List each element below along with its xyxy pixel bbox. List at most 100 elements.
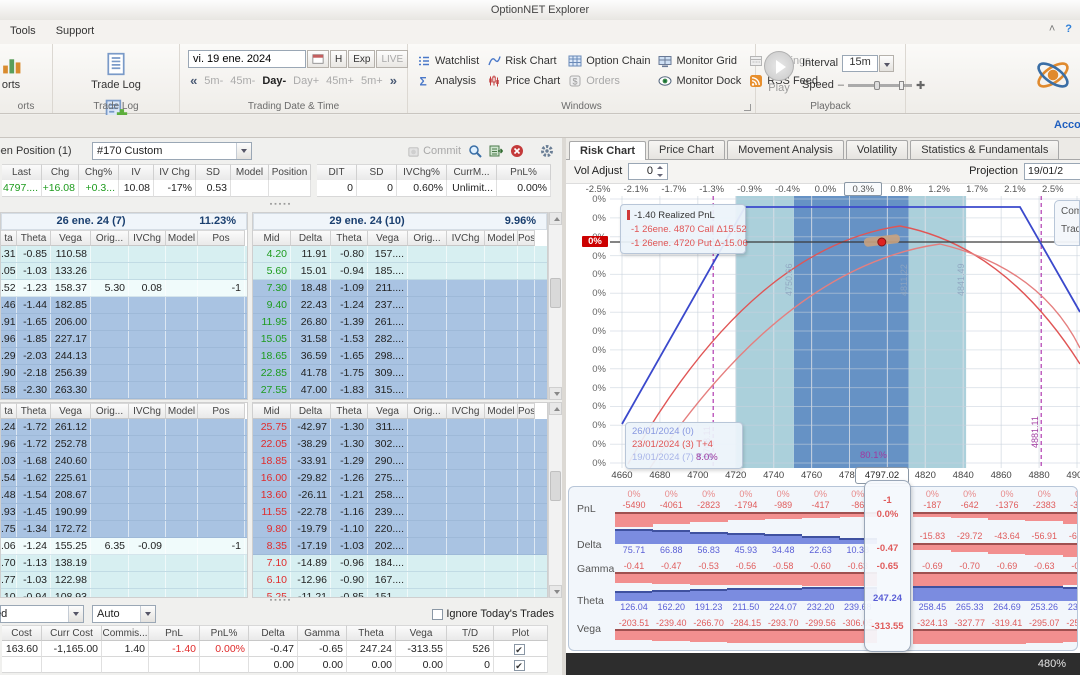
column-header[interactable]: Theta bbox=[17, 403, 51, 419]
chain-row[interactable]: .70 -1.13 138.19 bbox=[1, 555, 247, 572]
chain-row[interactable]: 5.60 15.01 -0.94 185.... bbox=[253, 263, 547, 280]
view-mode-combo[interactable]: ed bbox=[0, 605, 84, 623]
column-header[interactable]: Model bbox=[166, 230, 198, 246]
risk-chart[interactable]: -2.5% -2.1% -1.7% -1.3% -0.9% -0.4% 0.0% 0.3% 0.… bbox=[566, 182, 1080, 486]
chain-row[interactable]: 16.00 -29.82 -1.26 275.... bbox=[253, 470, 547, 487]
summary-header[interactable]: PnL% bbox=[497, 164, 551, 181]
totals-header[interactable]: Vega bbox=[396, 625, 447, 641]
trade-button[interactable]: Trade bbox=[1061, 224, 1079, 235]
speed-slider[interactable] bbox=[847, 80, 912, 90]
chain-row[interactable]: 22.05 -38.29 -1.30 302.... bbox=[253, 436, 547, 453]
tab-volatility[interactable]: Volatility bbox=[845, 140, 909, 159]
chain-row[interactable]: 11.55 -22.78 -1.16 239.... bbox=[253, 504, 547, 521]
totals-header[interactable]: Cost bbox=[2, 625, 42, 641]
chain-row[interactable]: .29 -2.03 244.13 bbox=[1, 348, 247, 365]
spinner-arrows-icon[interactable] bbox=[654, 164, 666, 179]
watchlist-button[interactable]: Watchlist bbox=[414, 51, 482, 71]
time-step-Day+[interactable]: Day+ bbox=[293, 75, 319, 87]
chain-row[interactable]: .46 -1.44 182.85 bbox=[1, 297, 247, 314]
column-header[interactable]: Orig... bbox=[91, 230, 129, 246]
price-chart-button[interactable]: Price Chart bbox=[484, 71, 563, 91]
chain-row[interactable]: .54 -1.62 225.61 bbox=[1, 470, 247, 487]
trading-date-input[interactable] bbox=[188, 50, 306, 68]
time-step-5m-[interactable]: 5m- bbox=[204, 75, 223, 87]
splitter-handle[interactable]: ▪▪▪▪▪ bbox=[0, 201, 562, 208]
chain-row[interactable]: 27.55 47.00 -1.83 315.... bbox=[253, 382, 547, 399]
column-header[interactable]: Orig... bbox=[408, 403, 447, 419]
chain-row[interactable]: .58 -2.30 263.30 bbox=[1, 382, 247, 399]
totals-header[interactable]: T/D bbox=[447, 625, 494, 641]
monitor-dock-button[interactable]: Monitor Dock bbox=[655, 71, 744, 91]
column-header[interactable]: Pos bbox=[198, 403, 245, 419]
column-header[interactable]: Delta bbox=[291, 403, 331, 419]
column-header[interactable]: Mid bbox=[253, 403, 291, 419]
chain-row[interactable]: .10 -0.94 108.93 bbox=[1, 589, 247, 597]
scroll-up-icon[interactable] bbox=[549, 212, 562, 225]
menu-support[interactable]: Support bbox=[46, 20, 105, 41]
time-step-Day-[interactable]: Day- bbox=[262, 75, 286, 87]
chain-row[interactable]: .24 -1.72 261.12 bbox=[1, 419, 247, 436]
time-step-45m+[interactable]: 45m+ bbox=[326, 75, 354, 87]
chain-row[interactable]: .52 -1.23 158.37 5.30 0.08 -1 bbox=[1, 280, 247, 297]
chain-row[interactable]: 9.80 -19.79 -1.10 220.... bbox=[253, 521, 547, 538]
summary-header[interactable]: IVChg% bbox=[397, 164, 447, 181]
auto-combo[interactable]: Auto bbox=[92, 605, 156, 623]
chain-row[interactable]: .96 -1.72 252.78 bbox=[1, 436, 247, 453]
risk-chart-button[interactable]: Risk Chart bbox=[484, 51, 563, 71]
tab-statistics-fundamentals[interactable]: Statistics & Fundamentals bbox=[910, 140, 1060, 159]
chain-row[interactable]: 15.05 31.58 -1.53 282.... bbox=[253, 331, 547, 348]
step-forward-icon[interactable]: » bbox=[390, 73, 397, 88]
chain-row[interactable]: 4.20 11.91 -0.80 157.... bbox=[253, 246, 547, 263]
live-button[interactable]: LIVE bbox=[376, 50, 409, 68]
commit-button[interactable]: Commit bbox=[407, 145, 461, 158]
chain-row[interactable]: 13.60 -26.11 -1.21 258.... bbox=[253, 487, 547, 504]
chain-row[interactable]: .20-2.37264.81 bbox=[1, 399, 247, 400]
chain-row[interactable]: .06 -1.24 155.25 6.35 -0.09 -1 bbox=[1, 538, 247, 555]
column-header[interactable]: Vega bbox=[368, 230, 408, 246]
scrollbar[interactable] bbox=[548, 402, 562, 598]
ignore-trades-checkbox[interactable]: Ignore Today's Trades bbox=[432, 608, 554, 620]
column-header[interactable]: IVChg bbox=[447, 403, 485, 419]
summary-header[interactable]: DIT bbox=[317, 164, 357, 181]
totals-header[interactable]: Theta bbox=[347, 625, 396, 641]
column-header[interactable]: IVChg bbox=[129, 230, 166, 246]
search-icon[interactable] bbox=[468, 144, 482, 158]
strategy-combo[interactable]: #170 Custom bbox=[92, 142, 252, 160]
column-header[interactable]: Vega bbox=[51, 230, 91, 246]
summary-header[interactable]: Position bbox=[269, 164, 311, 181]
column-header[interactable]: Pos bbox=[518, 230, 535, 246]
play-button[interactable]: Play bbox=[764, 51, 794, 94]
column-header[interactable]: IVChg bbox=[129, 403, 166, 419]
chain-row[interactable]: .96 -1.85 227.17 bbox=[1, 331, 247, 348]
column-header[interactable]: Orig... bbox=[91, 403, 129, 419]
exp-button[interactable]: Exp bbox=[348, 50, 376, 68]
column-header[interactable]: Theta bbox=[331, 230, 368, 246]
tab-movement-analysis[interactable]: Movement Analysis bbox=[727, 140, 844, 159]
reports-button[interactable]: orts bbox=[0, 47, 28, 93]
projection-date-input[interactable]: 19/01/2 bbox=[1024, 163, 1080, 180]
interval-value[interactable]: 15m bbox=[842, 54, 879, 72]
summary-header[interactable]: IV Chg bbox=[154, 164, 196, 181]
summary-header[interactable]: Last bbox=[2, 164, 42, 181]
column-header[interactable]: Theta bbox=[331, 403, 368, 419]
scrollbar[interactable] bbox=[548, 212, 562, 400]
comm-button[interactable]: Comm bbox=[1061, 206, 1079, 217]
column-header[interactable]: Model bbox=[485, 230, 518, 246]
chain-row[interactable]: .91 -1.65 206.00 bbox=[1, 314, 247, 331]
totals-header[interactable]: Plot bbox=[494, 625, 548, 641]
chain-row[interactable]: 11.95 26.80 -1.39 261.... bbox=[253, 314, 547, 331]
totals-header[interactable]: Gamma bbox=[298, 625, 347, 641]
strategy-combo-arrow-icon[interactable] bbox=[236, 143, 251, 159]
chain-row[interactable]: .03 -1.68 240.60 bbox=[1, 453, 247, 470]
summary-header[interactable]: Chg bbox=[42, 164, 79, 181]
chain-row[interactable]: .75 -1.34 172.72 bbox=[1, 521, 247, 538]
windows-dialog-launcher-icon[interactable] bbox=[744, 104, 751, 111]
chain-row[interactable]: 5.25 -11.21 -0.85 151.... bbox=[253, 589, 547, 597]
column-header[interactable]: Model bbox=[166, 403, 198, 419]
summary-header[interactable]: Model bbox=[231, 164, 269, 181]
orders-button[interactable]: $ Orders bbox=[565, 71, 653, 91]
scrollbar-thumb[interactable] bbox=[550, 471, 561, 501]
tab-price-chart[interactable]: Price Chart bbox=[648, 140, 726, 159]
column-header[interactable]: ta bbox=[1, 403, 17, 419]
close-position-icon[interactable] bbox=[510, 144, 524, 158]
